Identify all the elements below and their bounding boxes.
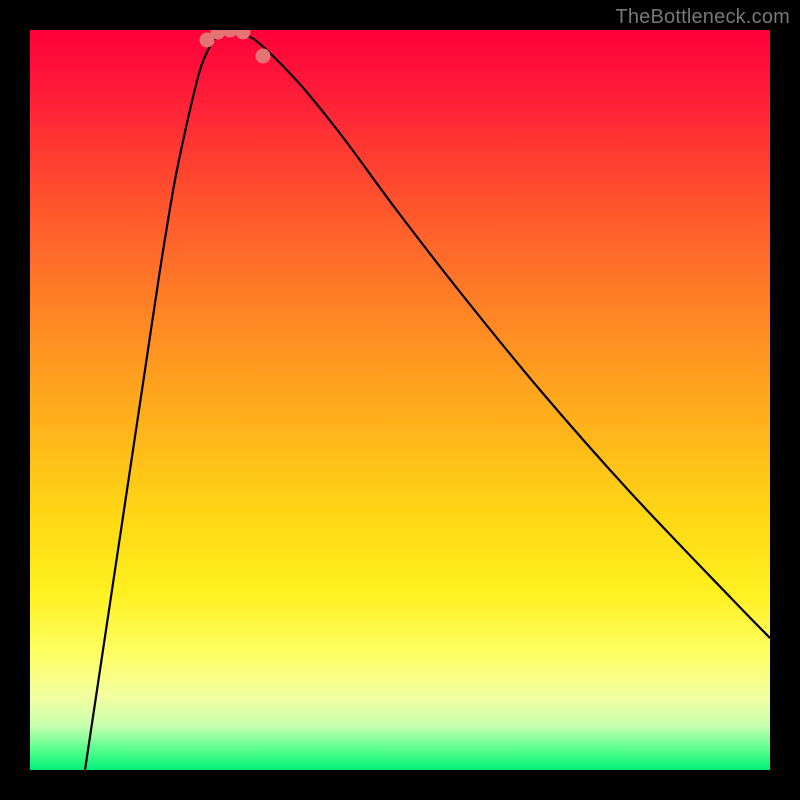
curve-dot — [256, 49, 271, 64]
plot-area — [30, 30, 770, 770]
chart-frame: TheBottleneck.com — [0, 0, 800, 800]
curve-path — [85, 30, 770, 770]
watermark-text: TheBottleneck.com — [615, 6, 790, 29]
bottleneck-curve — [30, 30, 770, 770]
curve-dot — [236, 30, 251, 40]
curve-dot — [223, 30, 238, 38]
curve-dots — [200, 30, 271, 64]
